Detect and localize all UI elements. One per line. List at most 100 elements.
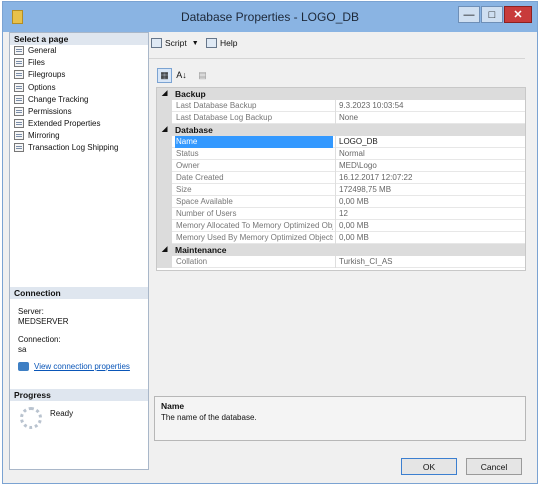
property-value: 9.3.2023 10:03:54: [335, 100, 525, 112]
connection-label: Connection:: [18, 335, 61, 344]
collapse-icon[interactable]: ◢: [162, 124, 167, 136]
page-icon: [14, 142, 24, 152]
property-row[interactable]: Memory Used By Memory Optimized Objects 0…: [157, 232, 525, 244]
help-label: Help: [220, 38, 238, 48]
page-item-permissions[interactable]: Permissions: [14, 105, 72, 117]
page-item-label: Transaction Log Shipping: [28, 142, 119, 152]
page-icon: [14, 118, 24, 128]
property-name: Memory Allocated To Memory Optimized Obj: [176, 221, 333, 230]
page-icon: [14, 94, 24, 104]
script-label: Script: [165, 38, 187, 48]
page-icon: [14, 57, 24, 67]
property-row[interactable]: Status Normal: [157, 148, 525, 160]
category-maintenance[interactable]: ◢ Maintenance: [157, 244, 525, 256]
title-bar[interactable]: Database Properties - LOGO_DB — □ ✕: [3, 2, 537, 32]
property-value: 16.12.2017 12:07:22: [335, 172, 525, 184]
progress-header: Progress: [10, 389, 148, 401]
page-icon: [14, 82, 24, 92]
cancel-button[interactable]: Cancel: [466, 458, 522, 475]
description-text: The name of the database.: [161, 413, 257, 422]
page-item-transaction-log-shipping[interactable]: Transaction Log Shipping: [14, 141, 118, 153]
close-button[interactable]: ✕: [504, 6, 532, 23]
property-value: 172498,75 MB: [335, 184, 525, 196]
progress-status: Ready: [50, 409, 74, 418]
property-name: Number of Users: [176, 209, 237, 218]
property-row[interactable]: Last Database Backup 9.3.2023 10:03:54: [157, 100, 525, 112]
category-database[interactable]: ◢ Database: [157, 124, 525, 136]
property-name: Space Available: [176, 197, 233, 206]
property-row[interactable]: Memory Allocated To Memory Optimized Obj…: [157, 220, 525, 232]
dialog-window: Database Properties - LOGO_DB — □ ✕ Sele…: [2, 1, 538, 484]
maximize-button[interactable]: □: [481, 6, 503, 23]
page-item-label: Change Tracking: [28, 94, 89, 104]
alphabetical-sort-icon[interactable]: A↓: [174, 68, 189, 83]
help-icon: [206, 38, 217, 48]
property-name: Status: [176, 149, 199, 158]
script-icon: [151, 38, 162, 48]
property-name: Name: [175, 136, 333, 148]
toolbar: Script ▼ Help: [151, 34, 531, 52]
property-row[interactable]: Owner MED\Logo: [157, 160, 525, 172]
property-grid[interactable]: ◢ Backup Last Database Backup 9.3.2023 10:…: [156, 87, 526, 271]
dropdown-arrow-icon: ▼: [191, 39, 199, 47]
property-row[interactable]: Space Available 0,00 MB: [157, 196, 525, 208]
page-item-general[interactable]: General: [14, 44, 56, 56]
progress-spinner-icon: [20, 407, 42, 429]
page-item-mirroring[interactable]: Mirroring: [14, 129, 60, 141]
collapse-icon[interactable]: ◢: [162, 244, 167, 256]
property-value: Turkish_CI_AS: [335, 256, 525, 268]
page-icon: [14, 130, 24, 140]
property-value: Normal: [335, 148, 525, 160]
page-item-options[interactable]: Options: [14, 81, 56, 93]
property-row[interactable]: Last Database Log Backup None: [157, 112, 525, 124]
page-item-label: Mirroring: [28, 130, 60, 140]
connection-properties-icon: [18, 362, 29, 371]
page-icon: [14, 106, 24, 116]
page-item-change-tracking[interactable]: Change Tracking: [14, 93, 88, 105]
property-row[interactable]: Number of Users 12: [157, 208, 525, 220]
page-item-label: Permissions: [28, 106, 72, 116]
property-row[interactable]: Date Created 16.12.2017 12:07:22: [157, 172, 525, 184]
property-value: MED\Logo: [335, 160, 525, 172]
page-item-label: Files: [28, 57, 45, 67]
property-name: Owner: [176, 161, 200, 170]
property-name: Collation: [176, 257, 208, 266]
page-icon: [14, 45, 24, 55]
connection-header: Connection: [10, 287, 148, 299]
property-row-selected[interactable]: Name LOGO_DB: [157, 136, 525, 148]
page-item-label: Filegroups: [28, 69, 66, 79]
property-name: Memory Used By Memory Optimized Objects: [176, 233, 333, 242]
page-item-filegroups[interactable]: Filegroups: [14, 68, 65, 80]
categorized-view-icon[interactable]: ▦: [157, 68, 172, 83]
property-name: Size: [176, 185, 192, 194]
category-backup[interactable]: ◢ Backup: [157, 88, 525, 100]
property-name: Date Created: [176, 173, 224, 182]
page-item-label: Extended Properties: [28, 118, 101, 128]
property-value: 12: [335, 208, 525, 220]
server-value: MEDSERVER: [18, 317, 69, 326]
toolbar-divider: [149, 58, 525, 59]
ok-button[interactable]: OK: [401, 458, 457, 475]
property-name: Last Database Backup: [176, 101, 257, 110]
server-label: Server:: [18, 307, 44, 316]
minimize-button[interactable]: —: [458, 6, 480, 23]
property-value[interactable]: LOGO_DB: [335, 136, 525, 148]
property-row[interactable]: Collation Turkish_CI_AS: [157, 256, 525, 268]
view-connection-properties-link[interactable]: View connection properties: [34, 362, 130, 371]
window-title: Database Properties - LOGO_DB: [180, 10, 360, 24]
collapse-icon[interactable]: ◢: [162, 88, 167, 100]
category-name: Backup: [175, 89, 206, 99]
property-row[interactable]: Size 172498,75 MB: [157, 184, 525, 196]
property-value: 0,00 MB: [335, 220, 525, 232]
category-name: Maintenance: [175, 245, 227, 255]
description-pane: Name The name of the database.: [154, 396, 526, 441]
script-button[interactable]: Script ▼: [151, 36, 199, 50]
help-button[interactable]: Help: [206, 36, 237, 50]
property-value: 0,00 MB: [335, 196, 525, 208]
page-item-extended-properties[interactable]: Extended Properties: [14, 117, 101, 129]
connection-value: sa: [18, 345, 27, 354]
dialog-footer: OK Cancel: [151, 447, 535, 481]
property-pages-icon[interactable]: ▤: [195, 68, 210, 83]
page-item-files[interactable]: Files: [14, 56, 45, 68]
left-panel: Select a page General Files Filegroups O…: [9, 32, 149, 470]
